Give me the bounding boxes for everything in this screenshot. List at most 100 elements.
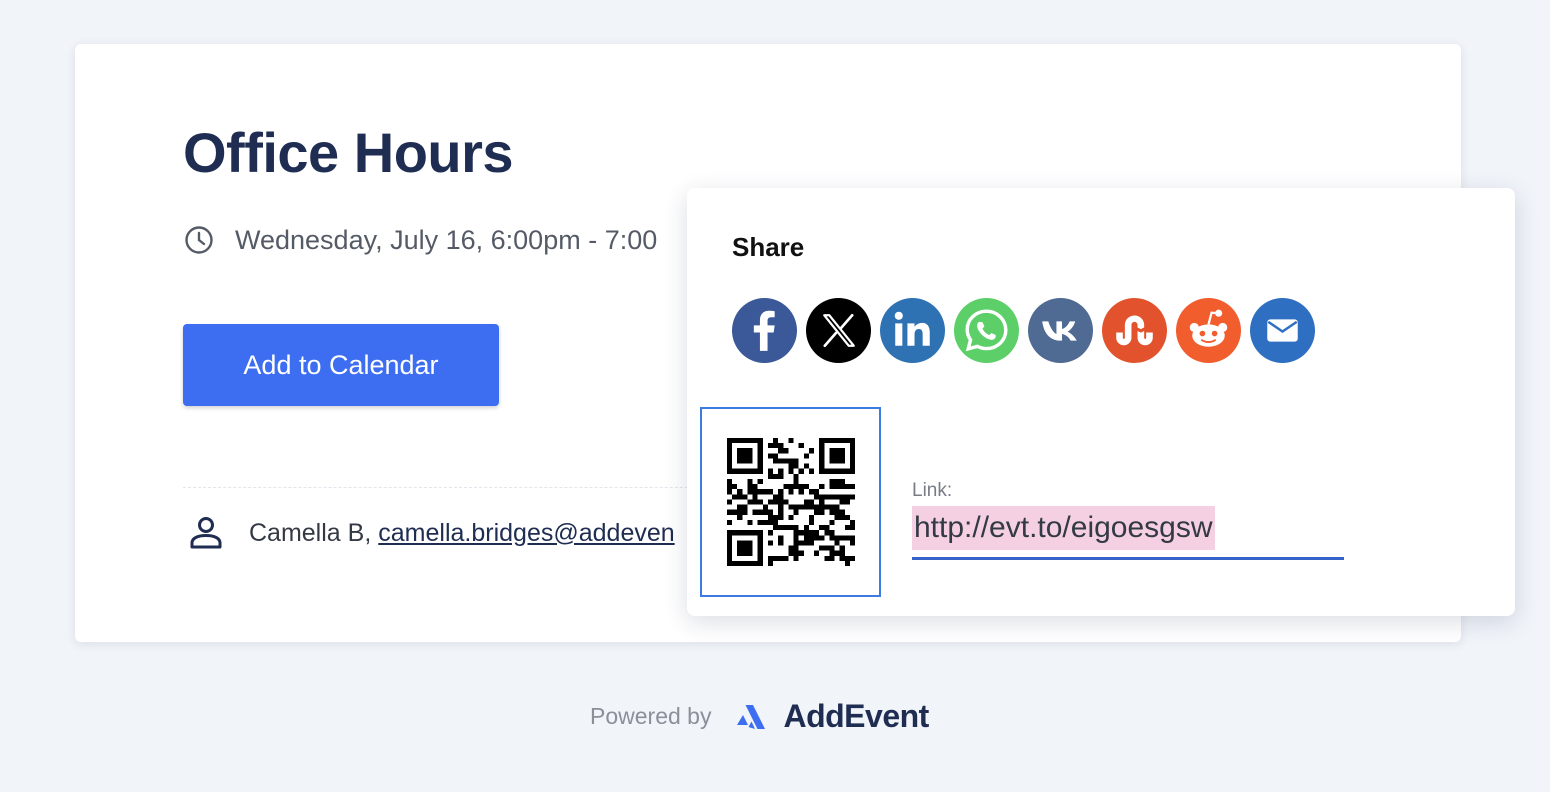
qr-module — [834, 458, 840, 464]
qr-module — [757, 443, 763, 449]
addevent-brand[interactable]: AddEvent — [783, 698, 929, 735]
qr-module — [746, 540, 753, 546]
qr-module — [757, 468, 763, 474]
qr-module — [818, 468, 824, 474]
stumbleupon-share-button[interactable] — [1102, 298, 1167, 363]
qr-module — [793, 540, 799, 546]
qr-module — [741, 458, 747, 464]
qr-module — [808, 499, 814, 505]
qr-module — [757, 499, 763, 505]
qr-module — [777, 535, 783, 541]
qr-module — [757, 545, 763, 551]
share-link-field[interactable]: http://evt.to/eigoesgsw — [912, 506, 1344, 560]
qr-module — [777, 443, 783, 449]
qr-module — [818, 545, 824, 551]
qr-module — [787, 504, 794, 510]
share-link-value[interactable]: http://evt.to/eigoesgsw — [912, 506, 1215, 550]
whatsapp-share-button[interactable] — [954, 298, 1019, 363]
vk-share-button[interactable] — [1028, 298, 1093, 363]
qr-module — [808, 540, 814, 546]
qr-module — [752, 560, 758, 566]
qr-code-icon — [726, 438, 855, 566]
qr-module — [818, 458, 824, 464]
qr-module — [834, 535, 840, 541]
qr-module — [762, 489, 768, 495]
add-to-calendar-button[interactable]: Add to Calendar — [183, 324, 499, 406]
qr-module — [726, 458, 732, 464]
qr-module — [813, 489, 819, 495]
qr-module — [823, 504, 829, 510]
qr-module — [849, 468, 855, 474]
qr-module — [828, 438, 835, 444]
facebook-share-button[interactable] — [732, 298, 797, 363]
qr-module — [767, 514, 773, 520]
qr-module — [803, 535, 809, 541]
qr-module — [844, 438, 850, 444]
qr-module — [818, 484, 824, 490]
qr-module — [762, 504, 768, 510]
qr-code[interactable] — [700, 407, 881, 597]
qr-module — [787, 550, 794, 556]
qr-module — [746, 484, 753, 490]
qr-module — [736, 550, 742, 556]
social-share-row — [732, 298, 1324, 363]
qr-module — [844, 555, 850, 561]
qr-module — [844, 514, 850, 520]
qr-module — [834, 504, 840, 510]
qr-module — [777, 555, 783, 561]
qr-module — [726, 499, 732, 505]
qr-module — [834, 484, 840, 490]
x-share-button[interactable] — [806, 298, 871, 363]
qr-module — [823, 494, 829, 500]
qr-module — [772, 443, 778, 449]
qr-module — [844, 535, 850, 541]
qr-module — [839, 509, 845, 515]
qr-module — [803, 540, 809, 546]
share-title: Share — [732, 232, 805, 262]
qr-module — [849, 438, 855, 444]
qr-module — [828, 494, 835, 500]
qr-module — [849, 535, 855, 541]
reddit-share-button[interactable] — [1176, 298, 1241, 363]
qr-module — [757, 463, 763, 469]
linkedin-share-button[interactable] — [880, 298, 945, 363]
qr-module — [828, 535, 835, 541]
qr-module — [741, 530, 747, 536]
qr-module — [757, 550, 763, 556]
qr-module — [787, 463, 794, 469]
qr-module — [828, 453, 835, 459]
qr-module — [818, 453, 824, 459]
qr-module — [839, 550, 845, 556]
qr-module — [839, 514, 845, 520]
qr-module — [741, 550, 747, 556]
qr-module — [787, 438, 794, 444]
qr-module — [777, 540, 783, 546]
qr-module — [726, 555, 732, 561]
qr-module — [746, 519, 753, 526]
organizer-email-link[interactable]: camella.bridges@addeven — [378, 519, 674, 548]
qr-module — [772, 555, 778, 561]
qr-module — [741, 545, 747, 551]
qr-module — [772, 473, 778, 479]
qr-module — [849, 484, 855, 490]
qr-module — [777, 473, 783, 479]
qr-module — [849, 555, 855, 561]
qr-module — [834, 550, 840, 556]
qr-module — [731, 468, 737, 474]
email-share-button[interactable] — [1250, 298, 1315, 363]
qr-module — [808, 519, 814, 526]
qr-module — [757, 560, 763, 566]
qr-module — [793, 473, 799, 479]
qr-module — [798, 540, 804, 546]
qr-module — [844, 560, 850, 566]
whatsapp-icon — [954, 298, 1019, 363]
qr-module — [767, 443, 773, 449]
qr-module — [793, 458, 799, 464]
qr-module — [793, 535, 799, 541]
vk-icon — [1028, 298, 1093, 363]
qr-module — [793, 545, 799, 551]
qr-module — [793, 550, 799, 556]
qr-module — [726, 468, 732, 474]
qr-module — [808, 514, 814, 520]
qr-module — [793, 463, 799, 469]
